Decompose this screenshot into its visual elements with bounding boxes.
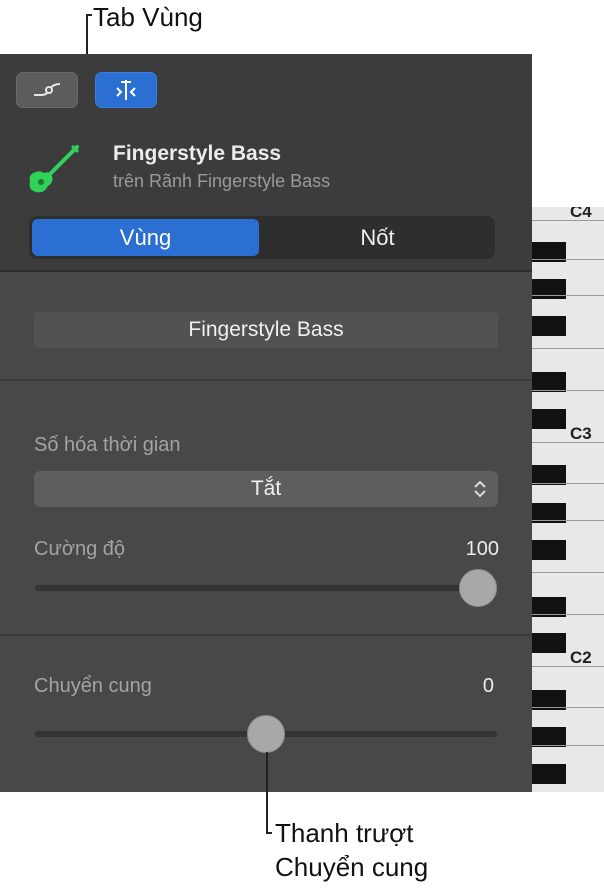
track-subtitle: trên Rãnh Fingerstyle Bass [113,171,331,191]
callout-transpose-line1: Thanh trượt [275,818,414,848]
white-key-divider [532,520,604,521]
piano-keyboard[interactable]: C4 C3 C2 [532,207,604,792]
white-key-divider [532,707,604,708]
transpose-value: 0 [482,675,494,697]
black-key[interactable] [532,372,566,392]
white-key-divider [532,295,604,296]
key-label-c2: C2 [570,648,592,667]
chevron-updown-icon [474,480,486,498]
callout-transpose-line [266,752,268,834]
black-key[interactable] [532,727,566,747]
track-name: Fingerstyle Bass [113,142,282,165]
white-key-divider [532,572,604,573]
callout-transpose-line2: Chuyển cung [275,852,429,882]
velocity-slider-track[interactable] [35,585,497,591]
black-key[interactable] [532,465,566,485]
velocity-slider-thumb[interactable] [459,569,497,607]
bass-guitar-icon [29,144,80,193]
white-key-divider [532,614,604,615]
white-key-divider [532,220,604,221]
key-label-c3: C3 [570,424,592,443]
white-key-divider [532,259,604,260]
callout-transpose-tick [266,832,272,834]
white-key-divider [532,745,604,746]
automation-curve-icon [34,83,61,96]
callout-region-tab-tick [86,14,92,16]
white-key-divider [532,666,604,667]
region-inspector-button[interactable] [95,72,157,108]
transpose-slider-thumb[interactable] [247,715,285,753]
black-key[interactable] [532,540,566,560]
white-key-divider [532,483,604,484]
velocity-value: 100 [465,538,499,560]
automation-button[interactable] [16,72,78,108]
black-key[interactable] [532,409,566,429]
transpose-label: Chuyển cung [34,675,152,697]
quantize-label: Số hóa thời gian [34,434,181,456]
white-key-divider [532,348,604,349]
inspector-tabs: Vùng Nốt [29,216,495,259]
quantize-value: Tắt [250,477,282,500]
black-key[interactable] [532,316,566,336]
white-key-divider [532,390,604,391]
quantize-select[interactable]: Tắt [34,471,498,507]
tab-region[interactable]: Vùng [32,219,259,256]
callout-region-tab: Tab Vùng [93,2,203,32]
tab-notes[interactable]: Nốt [263,219,492,256]
white-key-divider [532,442,604,443]
black-key[interactable] [532,633,566,653]
black-key[interactable] [532,764,566,784]
region-inspector-icon [116,80,136,100]
section-divider [0,634,532,636]
inspector-header: Fingerstyle Bass trên Rãnh Fingerstyle B… [0,54,532,272]
section-divider [0,379,532,381]
velocity-label: Cường độ [34,538,125,560]
region-name-field[interactable]: Fingerstyle Bass [34,312,498,348]
black-key[interactable] [532,279,566,299]
inspector-panel: Fingerstyle Bass trên Rãnh Fingerstyle B… [0,54,532,792]
